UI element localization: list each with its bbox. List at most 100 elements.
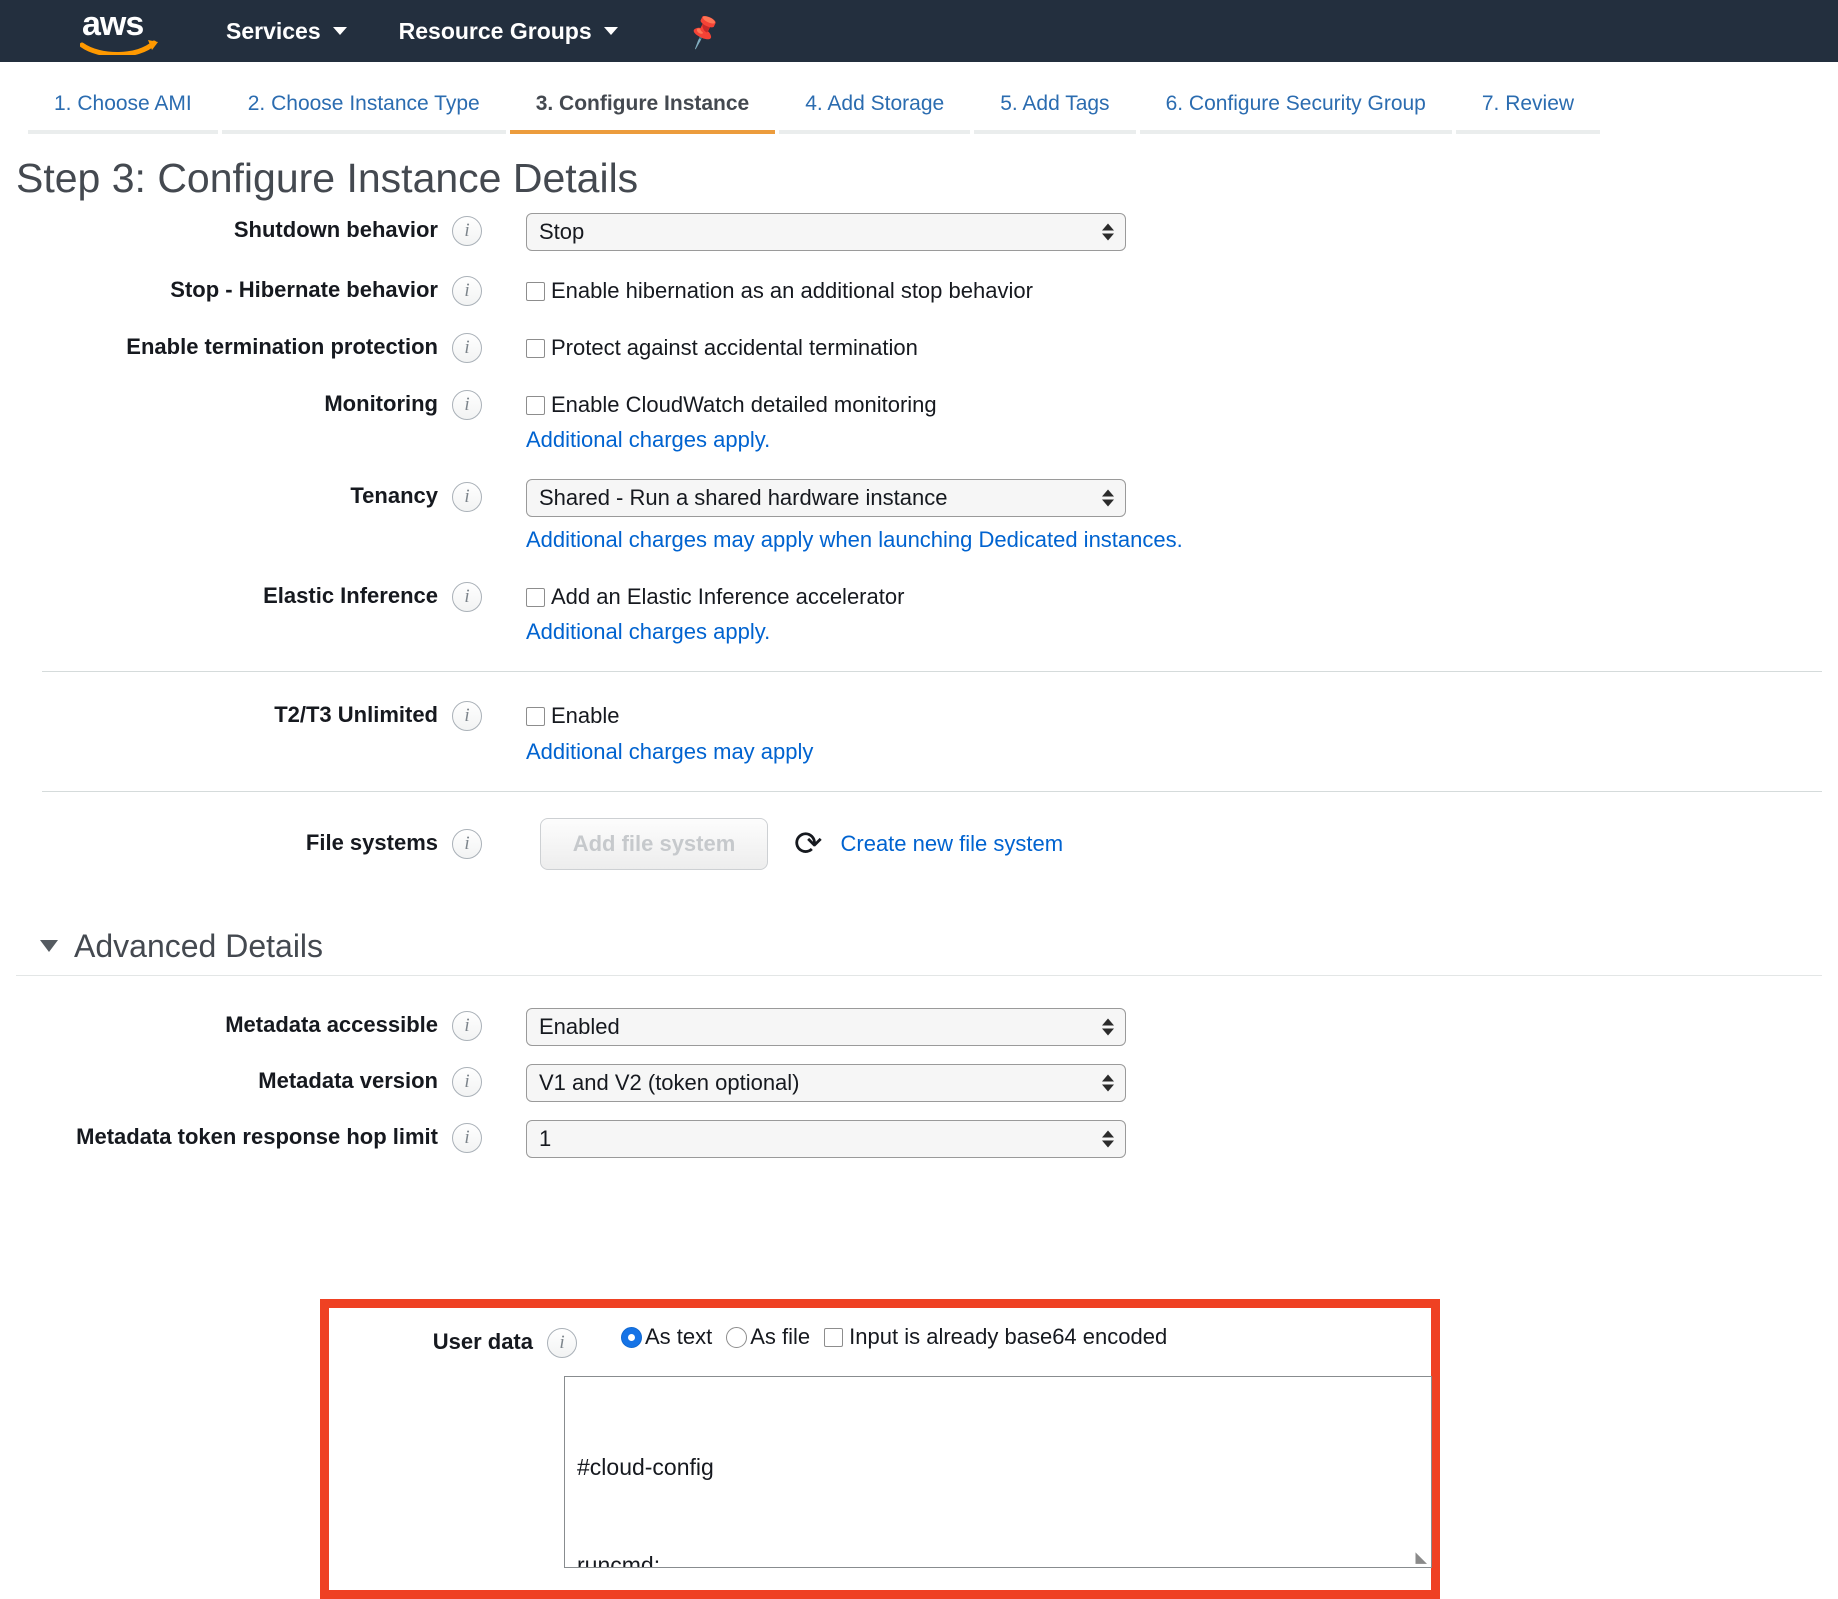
divider [42,790,1822,792]
t2-t3-unlimited-charges-link[interactable]: Additional charges may apply [526,739,813,765]
shutdown-behavior-select[interactable]: Stop [526,213,1126,252]
tab-add-tags[interactable]: 5. Add Tags [974,93,1136,134]
t2-t3-unlimited-checkbox[interactable] [526,707,545,727]
chevron-down-icon [603,27,618,35]
t2-t3-unlimited-checkbox-row[interactable]: Enable [526,704,813,728]
info-icon[interactable]: i [452,582,482,613]
label-tenancy: Tenancy [350,483,438,509]
termination-protection-checkbox-label: Protect against accidental termination [551,335,918,361]
info-icon[interactable]: i [452,390,482,421]
hibernate-checkbox-label: Enable hibernation as an additional stop… [551,278,1033,304]
monitoring-checkbox-row[interactable]: Enable CloudWatch detailed monitoring [526,392,937,418]
row-elastic-inference: Elastic Inference i Add an Elastic Infer… [0,577,1838,645]
user-data-textarea[interactable]: #cloud-config runcmd: - 'touch /tmp/Clou… [564,1376,1432,1568]
label-shutdown-behavior: Shutdown behavior [233,217,438,243]
tab-choose-ami[interactable]: 1. Choose AMI [28,93,218,134]
row-metadata-version: Metadata version i V1 and V2 (token opti… [0,1062,1838,1102]
label-metadata-accessible: Metadata accessible [225,1011,438,1037]
label-t2-t3-unlimited: T2/T3 Unlimited [274,702,438,728]
info-icon[interactable]: i [452,216,482,247]
chevron-down-icon [332,27,347,35]
user-data-mode-options: As text As file Input is already base64 … [621,1324,1167,1350]
refresh-icon[interactable]: ⟳ [794,827,823,861]
as-file-radio-row[interactable]: As file [726,1324,810,1350]
as-file-radio[interactable] [726,1326,748,1348]
label-hibernate-behavior: Stop - Hibernate behavior [170,277,438,303]
field-elastic-inference: Add an Elastic Inference accelerator Add… [526,577,904,645]
info-icon[interactable]: i [547,1328,577,1358]
field-shutdown-behavior: Stop [526,211,1126,252]
label-metadata-version: Metadata version [258,1067,438,1093]
field-file-systems: Add file system ⟳ Create new file system [540,816,1063,870]
row-t2-t3-unlimited: T2/T3 Unlimited i Enable Additional char… [0,696,1838,764]
hibernate-checkbox-row[interactable]: Enable hibernation as an additional stop… [526,278,1033,304]
info-icon[interactable]: i [452,701,482,732]
label-termination-protection: Enable termination protection [126,334,438,360]
field-t2-t3-unlimited: Enable Additional charges may apply [526,696,813,764]
triangle-down-icon [40,940,58,953]
tab-review[interactable]: 7. Review [1455,93,1601,134]
hibernate-checkbox[interactable] [526,281,545,301]
base64-label: Input is already base64 encoded [849,1324,1168,1349]
info-icon[interactable]: i [452,333,482,364]
row-metadata-hop-limit: Metadata token response hop limit i 1 [0,1118,1838,1158]
base64-checkbox-row[interactable]: Input is already base64 encoded [824,1324,1167,1350]
add-file-system-button[interactable]: Add file system [540,817,768,870]
monitoring-checkbox[interactable] [526,395,545,415]
termination-protection-checkbox[interactable] [526,338,545,358]
info-icon[interactable]: i [452,1122,482,1153]
tab-add-storage[interactable]: 4. Add Storage [779,93,971,134]
termination-protection-checkbox-row[interactable]: Protect against accidental termination [526,335,918,361]
elastic-inference-checkbox-row[interactable]: Add an Elastic Inference accelerator [526,585,904,609]
nav-item-services-label: Services [226,17,321,44]
elastic-inference-charges-link[interactable]: Additional charges apply. [526,619,770,645]
aws-wordmark: aws [82,5,144,43]
nav-item-resource-groups[interactable]: Resource Groups [399,18,618,45]
nav-item-resource-groups-label: Resource Groups [398,17,592,44]
field-metadata-accessible: Enabled [526,1006,1126,1046]
info-icon[interactable]: i [452,276,482,307]
label-user-data: User data [432,1329,533,1354]
info-icon[interactable]: i [452,1010,482,1041]
configure-instance-form: Shutdown behavior i Stop Stop - Hibernat… [0,211,1838,1158]
t2-t3-unlimited-checkbox-label: Enable [551,703,620,729]
metadata-version-select[interactable]: V1 and V2 (token optional) [526,1063,1126,1102]
label-elastic-inference: Elastic Inference [263,583,438,609]
metadata-hop-limit-select[interactable]: 1 [526,1119,1126,1158]
top-navigation-bar: aws Services Resource Groups 📌 [0,0,1838,62]
wizard-tabs: 1. Choose AMI 2. Choose Instance Type 3.… [0,62,1838,134]
info-icon[interactable]: i [452,482,482,513]
info-icon[interactable]: i [452,1066,482,1097]
base64-checkbox[interactable] [824,1327,844,1347]
tenancy-charges-link[interactable]: Additional charges may apply when launch… [526,527,1183,553]
tab-choose-instance-type[interactable]: 2. Choose Instance Type [221,93,506,134]
as-text-radio-row[interactable]: As text [621,1324,712,1350]
advanced-details-header[interactable]: Advanced Details [16,922,1822,976]
aws-logo[interactable]: aws [78,7,166,55]
as-text-radio[interactable] [621,1326,642,1348]
tenancy-select[interactable]: Shared - Run a shared hardware instance [526,479,1126,518]
row-monitoring: Monitoring i Enable CloudWatch detailed … [0,385,1838,453]
metadata-accessible-select[interactable]: Enabled [526,1007,1126,1046]
pin-icon[interactable]: 📌 [683,11,724,51]
info-icon[interactable]: i [452,828,482,859]
nav-item-services[interactable]: Services [226,18,347,45]
create-new-file-system-link[interactable]: Create new file system [841,831,1064,857]
tab-configure-instance[interactable]: 3. Configure Instance [509,93,776,134]
elastic-inference-checkbox[interactable] [526,587,545,607]
monitoring-checkbox-label: Enable CloudWatch detailed monitoring [551,392,937,418]
row-termination-protection: Enable termination protection i Protect … [0,328,1838,364]
label-monitoring: Monitoring [324,391,438,417]
monitoring-charges-link[interactable]: Additional charges apply. [526,427,770,453]
as-file-label: As file [750,1324,811,1349]
field-tenancy: Shared - Run a shared hardware instance … [526,477,1183,553]
user-data-line-2: runcmd: [577,1552,661,1568]
field-metadata-hop-limit: 1 [526,1118,1126,1158]
row-file-systems: File systems i Add file system ⟳ Create … [0,816,1838,870]
user-data-highlight-box: User data i As text As file Input is alr… [320,1299,1440,1599]
divider [42,671,1822,673]
tab-configure-security-group[interactable]: 6. Configure Security Group [1139,93,1452,134]
field-monitoring: Enable CloudWatch detailed monitoring Ad… [526,385,937,453]
textarea-resize-handle[interactable]: ◢ [1413,1549,1427,1566]
field-metadata-version: V1 and V2 (token optional) [526,1062,1126,1102]
